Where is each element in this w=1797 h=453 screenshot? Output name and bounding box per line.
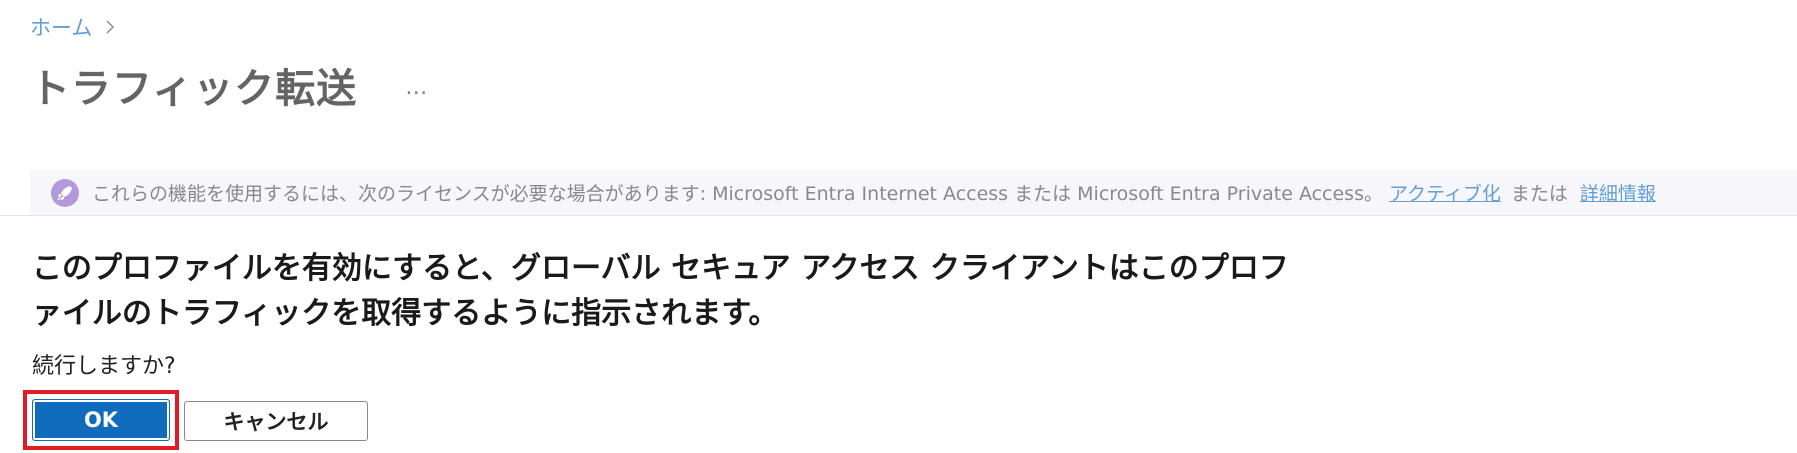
banner-or-text: または (1510, 183, 1568, 205)
background-page: ホーム トラフィック転送 … これらの機能を使用するには、次のライセンスが必要な… (0, 0, 1797, 215)
dialog-question: 続行しますか? (32, 354, 176, 379)
chevron-right-icon (106, 20, 115, 34)
cancel-button[interactable]: キャンセル (184, 401, 368, 441)
banner-text: これらの機能を使用するには、次のライセンスが必要な場合があります: Micros… (92, 183, 1383, 205)
page-title: トラフィック転送 (30, 66, 358, 112)
title-row: トラフィック転送 … (30, 56, 435, 114)
dialog-message: このプロファイルを有効にすると、グローバル セキュア アクセス クライアントはこ… (32, 251, 1289, 331)
breadcrumb: ホーム (30, 12, 118, 42)
details-link[interactable]: 詳細情報 (1580, 179, 1656, 206)
page: ホーム トラフィック転送 … これらの機能を使用するには、次のライセンスが必要な… (0, 0, 1797, 453)
more-options-button[interactable]: … (397, 71, 435, 104)
breadcrumb-home-link[interactable]: ホーム (30, 12, 92, 42)
confirmation-dialog: このプロファイルを有効にすると、グローバル セキュア アクセス クライアントはこ… (0, 215, 1797, 453)
license-info-banner: これらの機能を使用するには、次のライセンスが必要な場合があります: Micros… (30, 170, 1797, 215)
ok-button[interactable]: OK (32, 399, 170, 441)
rocket-icon (51, 178, 79, 207)
activate-link[interactable]: アクティブ化 (1389, 179, 1501, 206)
